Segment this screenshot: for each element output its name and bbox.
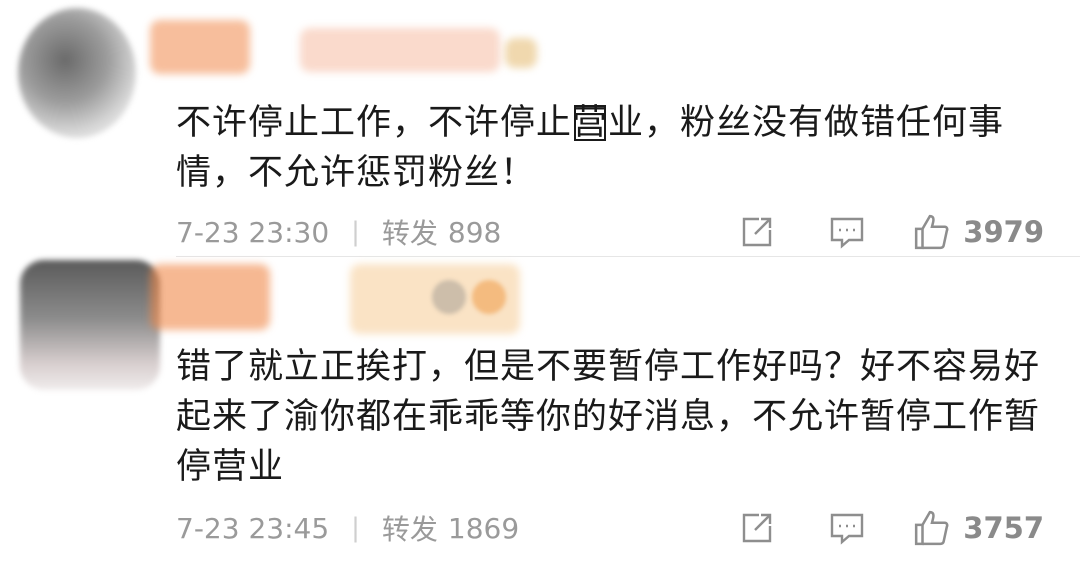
comment-button[interactable] (827, 508, 867, 548)
share-icon (743, 217, 772, 247)
comment-item: 错了就立正挨打，但是不要暂停工作好吗？好不容易好起来了渝你都在乖乖等你的好消息，… (0, 258, 1080, 572)
like-button[interactable]: 3757 (913, 509, 1044, 547)
share-icon (743, 513, 772, 543)
like-button[interactable]: 3979 (913, 213, 1044, 251)
panda-icon (432, 280, 466, 314)
timestamp: 7-23 23:45 (176, 511, 330, 545)
username-blur (300, 28, 500, 72)
repost-label[interactable]: 转发 (382, 212, 438, 252)
comment-text: 错了就立正挨打，但是不要暂停工作好吗？好不容易好起来了渝你都在乖乖等你的好消息，… (176, 347, 1041, 487)
comment-icon (831, 513, 864, 545)
repost-label[interactable]: 转发 (382, 508, 438, 548)
badge-icon (505, 38, 537, 68)
avatar[interactable] (18, 8, 136, 138)
emoji-icon (472, 280, 506, 314)
like-icon (915, 510, 949, 546)
divider (176, 256, 1080, 257)
avatar[interactable] (20, 260, 160, 390)
like-count: 3979 (963, 215, 1044, 249)
separator: | (351, 217, 360, 247)
repost-count: 1869 (447, 511, 520, 545)
separator: | (351, 513, 360, 543)
comment-item: 不许停止工作，不许停止营业，粉丝没有做错任何事情，不允许惩罚粉丝！ 7-23 2… (0, 0, 1080, 258)
comment-meta: 7-23 23:45 | 转发 1869 3757 (176, 508, 1044, 548)
username-blur[interactable] (150, 20, 250, 74)
repost-count: 898 (447, 215, 502, 249)
like-icon (915, 214, 949, 250)
timestamp: 7-23 23:30 (176, 215, 330, 249)
username-blur[interactable] (150, 264, 270, 330)
like-count: 3757 (963, 511, 1044, 545)
comment-text: 不许停止工作，不许停止营业，粉丝没有做错任何事情，不允许惩罚粉丝！ (176, 103, 1005, 193)
comment-icon (831, 217, 864, 249)
comment-meta: 7-23 23:30 | 转发 898 3979 (176, 212, 1044, 252)
share-button[interactable] (737, 212, 777, 252)
share-button[interactable] (737, 508, 777, 548)
comment-button[interactable] (827, 212, 867, 252)
